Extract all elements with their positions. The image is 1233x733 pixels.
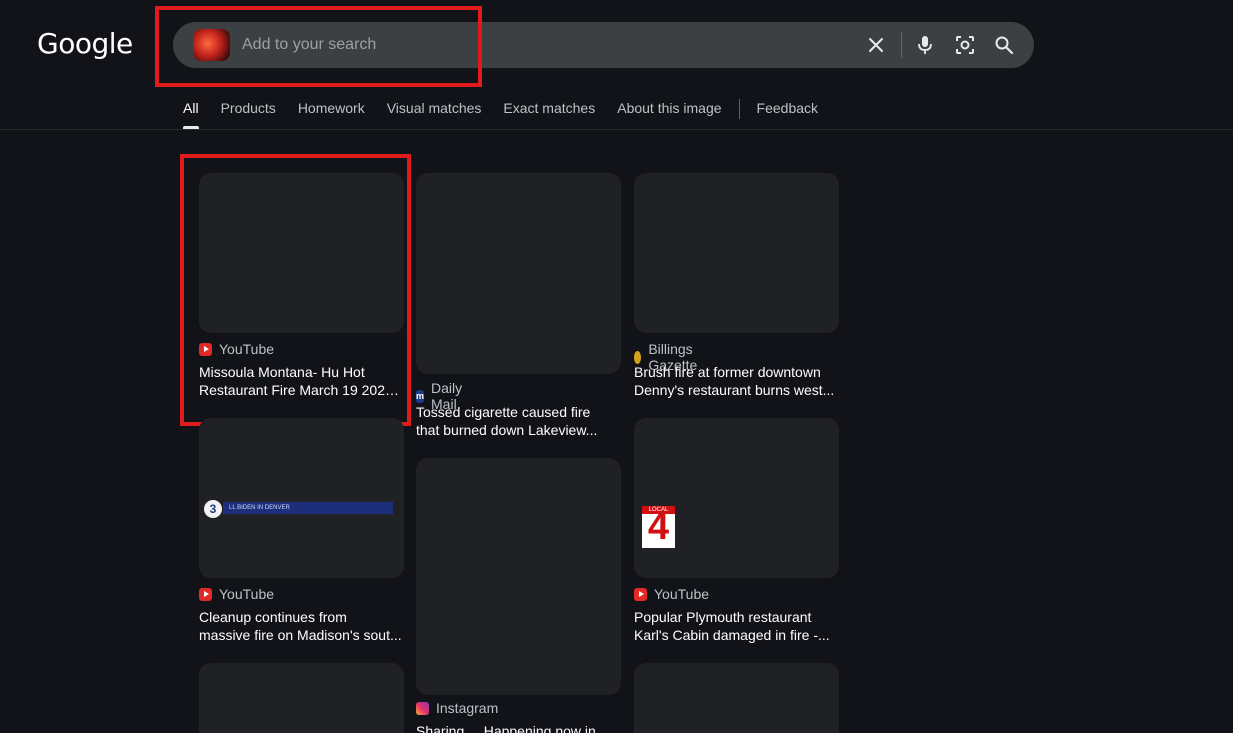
- result-image[interactable]: 3 LL BIDEN IN DENVER: [199, 418, 404, 578]
- local-4-label: LOCAL: [642, 506, 675, 514]
- search-icon[interactable]: [992, 33, 1016, 57]
- youtube-icon: [634, 587, 647, 601]
- tab-products[interactable]: Products: [221, 90, 276, 129]
- news-ticker: LL BIDEN IN DENVER: [223, 502, 393, 514]
- lens-icon[interactable]: [953, 33, 977, 57]
- result-image[interactable]: [416, 173, 621, 374]
- tab-homework[interactable]: Homework: [298, 90, 365, 129]
- result-title[interactable]: Sharing ... Happening now in: [416, 722, 621, 733]
- result-image[interactable]: [199, 173, 404, 333]
- tab-divider: [738, 99, 740, 119]
- result-image[interactable]: [199, 663, 404, 733]
- tab-visual-matches[interactable]: Visual matches: [387, 90, 482, 129]
- google-logo[interactable]: Google: [37, 27, 133, 60]
- result-source[interactable]: YouTube: [199, 341, 274, 357]
- filter-tabs: All Products Homework Visual matches Exa…: [183, 90, 840, 130]
- result-image[interactable]: [416, 458, 621, 695]
- result-image[interactable]: [634, 173, 839, 333]
- microphone-icon[interactable]: [913, 33, 937, 57]
- billings-gazette-icon: [634, 350, 642, 364]
- daily-mail-icon: m: [416, 389, 425, 403]
- channel-3-logo: 3: [204, 500, 222, 518]
- result-source[interactable]: YouTube: [199, 586, 274, 602]
- search-divider: [901, 32, 902, 58]
- youtube-icon: [199, 342, 212, 356]
- search-bar: [173, 22, 1034, 68]
- tab-feedback[interactable]: Feedback: [757, 90, 818, 129]
- result-title[interactable]: Brush fire at former downtown Denny's re…: [634, 363, 839, 399]
- instagram-icon: [416, 701, 429, 715]
- result-source[interactable]: YouTube: [634, 586, 709, 602]
- result-title[interactable]: Cleanup continues from massive fire on M…: [199, 608, 404, 644]
- result-title[interactable]: Tossed cigarette caused fire that burned…: [416, 403, 621, 439]
- youtube-icon: [199, 587, 212, 601]
- search-input[interactable]: [242, 22, 842, 68]
- header-divider: [0, 129, 1233, 130]
- result-title[interactable]: Missoula Montana- Hu Hot Restaurant Fire…: [199, 363, 404, 399]
- result-image[interactable]: [634, 663, 839, 733]
- result-image[interactable]: 4 LOCAL: [634, 418, 839, 578]
- result-title[interactable]: Popular Plymouth restaurant Karl's Cabin…: [634, 608, 839, 644]
- tab-all[interactable]: All: [183, 90, 199, 129]
- tab-about-this-image[interactable]: About this image: [617, 90, 721, 129]
- clear-icon[interactable]: [864, 33, 888, 57]
- tab-exact-matches[interactable]: Exact matches: [503, 90, 595, 129]
- result-source[interactable]: Instagram: [416, 700, 498, 716]
- search-image-thumbnail[interactable]: [193, 29, 230, 61]
